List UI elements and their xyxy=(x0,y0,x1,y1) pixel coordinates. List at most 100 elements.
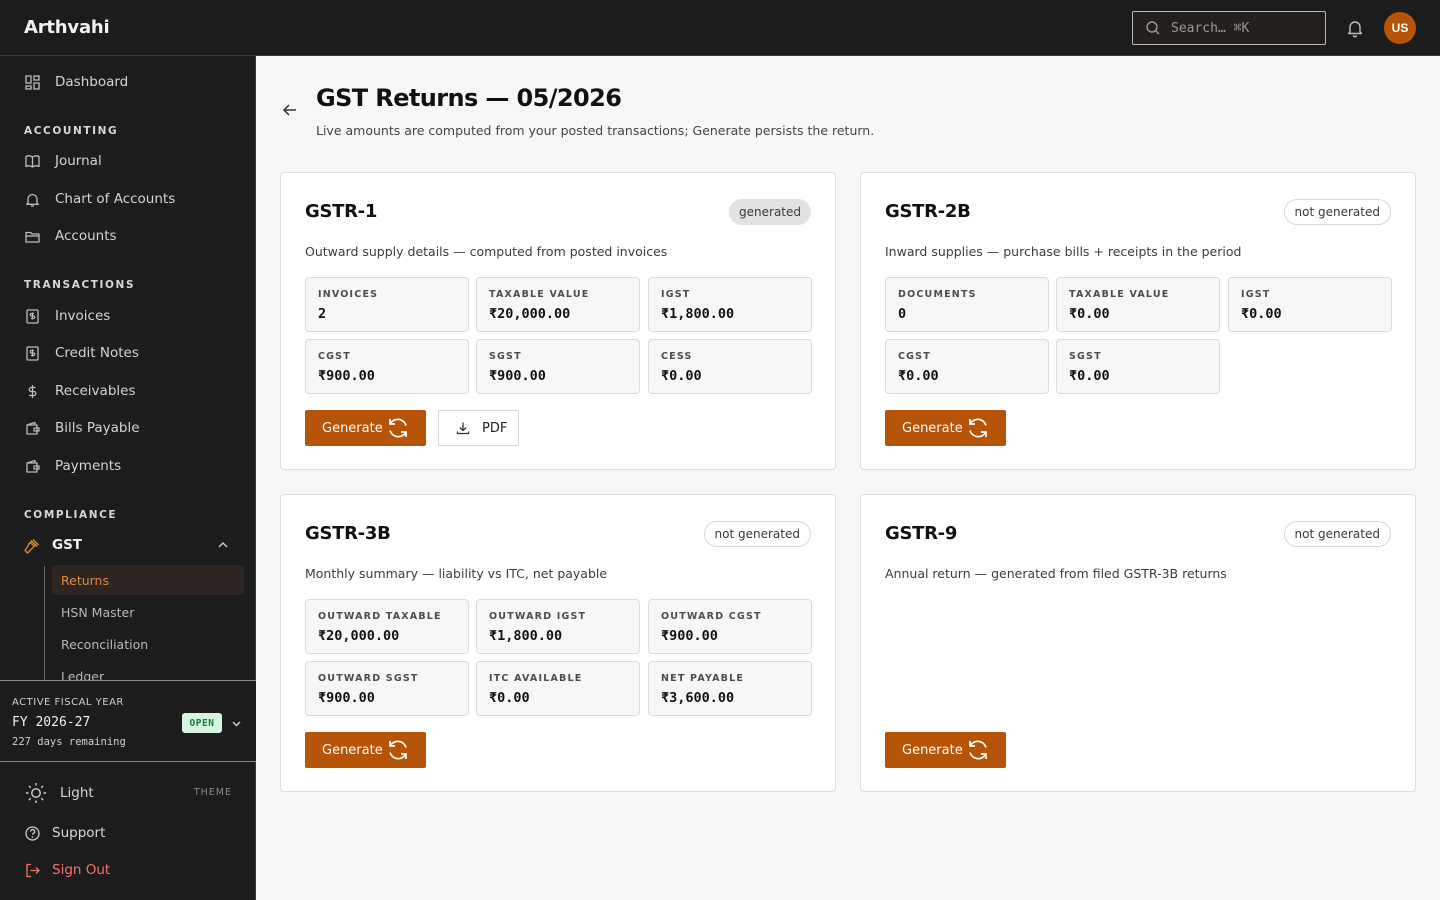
sidebar-item-gst[interactable]: GST xyxy=(24,530,232,560)
generate-button[interactable]: Generate xyxy=(885,410,1006,446)
generate-label: Generate xyxy=(322,742,383,758)
metric-tile: OUTWARD IGST ₹1,800.00 xyxy=(476,599,640,654)
sidebar-item-accounts[interactable]: Accounts xyxy=(24,222,117,250)
card-title: GSTR-2B xyxy=(885,201,971,222)
generate-button[interactable]: Generate xyxy=(305,732,426,768)
search-placeholder: Search… ⌘K xyxy=(1171,20,1250,36)
metric-label: CESS xyxy=(661,351,693,362)
sidebar-item-chart-of-accounts[interactable]: Chart of Accounts xyxy=(24,185,175,213)
metric-label: OUTWARD CGST xyxy=(661,611,762,622)
metric-value: ₹0.00 xyxy=(489,690,530,706)
sidebar: Dashboard ACCOUNTING Journal Chart of Ac… xyxy=(0,56,256,900)
sidebar-item-dashboard[interactable]: Dashboard xyxy=(24,68,128,96)
metric-tile: SGST ₹0.00 xyxy=(1056,339,1220,394)
pdf-download-button[interactable]: PDF xyxy=(438,410,519,446)
sign-out-link[interactable]: Sign Out xyxy=(24,860,110,880)
metric-tile: TAXABLE VALUE ₹20,000.00 xyxy=(476,277,640,332)
app-logo[interactable]: Arthvahi xyxy=(24,17,110,38)
support-label: Support xyxy=(52,825,106,841)
page-subtitle: Live amounts are computed from your post… xyxy=(316,123,875,138)
return-card-gstr-9: GSTR-9 not generated Annual return — gen… xyxy=(860,494,1416,792)
theme-toggle[interactable]: Light THEME xyxy=(24,781,232,805)
bell-icon[interactable] xyxy=(1345,18,1365,38)
metric-label: OUTWARD TAXABLE xyxy=(318,611,442,622)
back-arrow-icon[interactable] xyxy=(280,100,300,120)
sidebar-item-credit-notes[interactable]: Credit Notes xyxy=(24,339,139,367)
card-description: Inward supplies — purchase bills + recei… xyxy=(885,244,1242,259)
metric-value: ₹20,000.00 xyxy=(489,306,571,322)
sidebar-subitem-reconciliation[interactable]: Reconciliation xyxy=(52,629,244,659)
metric-label: ITC AVAILABLE xyxy=(489,673,583,684)
metric-value: 2 xyxy=(318,306,327,322)
sidebar-subitem-ledger[interactable]: Ledger xyxy=(52,661,244,681)
metric-tile: TAXABLE VALUE ₹0.00 xyxy=(1056,277,1220,332)
metric-label: INVOICES xyxy=(318,289,379,300)
card-title: GSTR-3B xyxy=(305,523,391,544)
card-description: Annual return — generated from filed GST… xyxy=(885,566,1227,581)
submenu-guide-line xyxy=(44,566,45,680)
metric-value: ₹0.00 xyxy=(661,368,702,384)
fiscal-year-value: FY 2026-27 xyxy=(12,715,91,730)
metric-value: ₹0.00 xyxy=(1069,368,1110,384)
support-link[interactable]: Support xyxy=(24,823,105,843)
fiscal-year-label: ACTIVE FISCAL YEAR xyxy=(12,697,124,708)
metric-label: TAXABLE VALUE xyxy=(1069,289,1170,300)
section-accounting: ACCOUNTING xyxy=(24,125,119,137)
generate-button[interactable]: Generate xyxy=(305,410,426,446)
metric-tile: DOCUMENTS 0 xyxy=(885,277,1049,332)
sidebar-item-receivables[interactable]: Receivables xyxy=(24,377,135,405)
search-icon xyxy=(1146,21,1160,35)
status-badge: generated xyxy=(729,199,811,225)
metric-tile: CESS ₹0.00 xyxy=(648,339,812,394)
sidebar-subitem-returns[interactable]: Returns xyxy=(52,565,244,595)
download-icon xyxy=(456,422,470,435)
metric-value: ₹900.00 xyxy=(318,368,375,384)
sign-out-label: Sign Out xyxy=(52,862,111,878)
wallet-icon xyxy=(26,459,40,473)
metric-tile: IGST ₹0.00 xyxy=(1228,277,1392,332)
section-transactions: TRANSACTIONS xyxy=(24,279,136,291)
metric-value: 0 xyxy=(898,306,907,322)
sidebar-item-label: Bills Payable xyxy=(55,420,140,436)
sidebar-item-payments[interactable]: Payments xyxy=(24,452,121,480)
metric-label: DOCUMENTS xyxy=(898,289,977,300)
metric-label: CGST xyxy=(898,351,931,362)
sidebar-item-label: Journal xyxy=(55,153,102,169)
top-bar: Arthvahi Search… ⌘K US xyxy=(0,0,1440,56)
metric-tile: ITC AVAILABLE ₹0.00 xyxy=(476,661,640,716)
metric-label: SGST xyxy=(489,351,522,362)
pdf-label: PDF xyxy=(482,420,508,436)
sidebar-item-label: Credit Notes xyxy=(55,345,139,361)
generate-button[interactable]: Generate xyxy=(885,732,1006,768)
avatar[interactable]: US xyxy=(1384,12,1416,44)
metric-tile: NET PAYABLE ₹3,600.00 xyxy=(648,661,812,716)
sidebar-item-label: Receivables xyxy=(55,383,136,399)
metric-label: SGST xyxy=(1069,351,1102,362)
sidebar-item-invoices[interactable]: Invoices xyxy=(24,302,110,330)
metric-tile: CGST ₹900.00 xyxy=(305,339,469,394)
generate-label: Generate xyxy=(902,420,963,436)
sidebar-item-journal[interactable]: Journal xyxy=(24,147,102,175)
metric-tile: IGST ₹1,800.00 xyxy=(648,277,812,332)
metric-label: NET PAYABLE xyxy=(661,673,745,684)
metric-value: ₹0.00 xyxy=(1241,306,1282,322)
return-card-gstr-3b: GSTR-3B not generated Monthly summary — … xyxy=(280,494,836,792)
metric-label: OUTWARD SGST xyxy=(318,673,419,684)
page-title: GST Returns — 05/2026 xyxy=(316,84,622,112)
section-compliance: COMPLIANCE xyxy=(24,509,118,521)
sidebar-item-bills-payable[interactable]: Bills Payable xyxy=(24,414,140,442)
generate-label: Generate xyxy=(902,742,963,758)
metric-value: ₹900.00 xyxy=(489,368,546,384)
chevron-up-icon[interactable] xyxy=(216,538,230,552)
gavel-icon xyxy=(24,538,39,554)
refresh-icon xyxy=(969,418,987,438)
help-circle-icon xyxy=(25,825,40,841)
fiscal-year-selector[interactable]: ACTIVE FISCAL YEAR FY 2026-27 227 days r… xyxy=(0,680,256,762)
sidebar-item-label: Dashboard xyxy=(55,74,129,90)
card-title: GSTR-9 xyxy=(885,523,958,544)
return-card-gstr-1: GSTR-1 generated Outward supply details … xyxy=(280,172,836,470)
sidebar-subitem-hsn-master[interactable]: HSN Master xyxy=(52,597,244,627)
search-input[interactable]: Search… ⌘K xyxy=(1132,11,1326,45)
dollar-icon xyxy=(28,384,37,398)
chevron-down-icon[interactable] xyxy=(230,717,243,730)
